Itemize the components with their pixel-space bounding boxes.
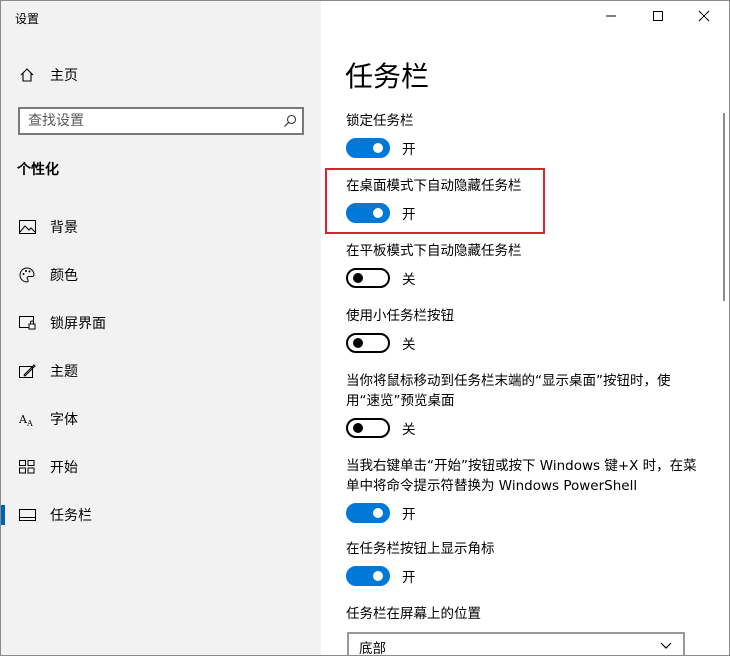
toggle-switch[interactable]	[346, 333, 390, 353]
toggle-state: 关	[402, 272, 416, 288]
taskbar-position-dropdown[interactable]: 底部	[347, 632, 685, 656]
setting-small-buttons: 使用小任务栏按钮 关	[346, 306, 716, 354]
picture-icon	[18, 218, 36, 236]
toggle-knob	[373, 571, 383, 581]
toggle-state: 开	[402, 142, 416, 158]
dropdown-value: 底部	[359, 641, 386, 656]
app-title: 设置	[15, 12, 40, 26]
lock-screen-icon	[18, 314, 36, 332]
sidebar-item-label: 开始	[50, 460, 78, 476]
setting-powershell: 当我右键单击“开始”按钮或按下 Windows 键+X 时，在菜 单中将命令提示…	[346, 456, 716, 524]
setting-label: 使用小任务栏按钮	[346, 308, 454, 324]
toggle-state: 关	[402, 337, 416, 353]
sidebar-item-background[interactable]: 背景	[1, 203, 321, 251]
sidebar-item-label: 主题	[50, 364, 78, 380]
maximize-button[interactable]	[643, 5, 673, 31]
toggle-state: 开	[402, 570, 416, 586]
home-icon	[17, 67, 37, 83]
toggle-switch[interactable]	[346, 503, 390, 523]
toggle-knob	[373, 508, 383, 518]
setting-label-line1: 当我右键单击“开始”按钮或按下 Windows 键+X 时，在菜	[346, 458, 697, 474]
setting-label-line2: 单中将命令提示符替换为 Windows PowerShell	[346, 478, 638, 494]
minimize-icon	[605, 10, 617, 26]
sidebar-item-home[interactable]: 主页	[17, 63, 297, 87]
toggle-knob	[353, 338, 363, 348]
search-input[interactable]	[20, 109, 278, 133]
main-content: 任务栏 锁定任务栏 开 在桌面模式下自动隐藏任务栏 开 在平板模式下自动隐藏任务…	[321, 1, 729, 655]
page-title: 任务栏	[345, 60, 430, 93]
sidebar-item-label: 颜色	[50, 268, 78, 284]
toggle-switch[interactable]	[346, 566, 390, 586]
font-icon: AA	[18, 410, 36, 428]
settings-window: 设置 主页 个性化 背景	[0, 0, 730, 656]
sidebar-item-label: 任务栏	[50, 508, 92, 524]
search-box[interactable]	[18, 107, 304, 135]
setting-label: 在任务栏按钮上显示角标	[346, 541, 495, 557]
sidebar-item-label: 背景	[50, 220, 78, 236]
toggle-state: 关	[402, 422, 416, 438]
toggle-knob	[373, 143, 383, 153]
search-icon[interactable]	[278, 114, 302, 128]
sidebar-item-lock-screen[interactable]: 锁屏界面	[1, 299, 321, 347]
theme-icon	[18, 362, 36, 380]
maximize-icon	[652, 10, 664, 26]
sidebar-item-label: 字体	[50, 412, 78, 428]
close-icon	[698, 10, 710, 26]
close-button[interactable]	[689, 5, 719, 31]
taskbar-icon	[18, 506, 36, 524]
toggle-knob	[353, 423, 363, 433]
palette-icon	[18, 266, 36, 284]
setting-position: 任务栏在屏幕上的位置	[346, 604, 716, 624]
start-icon	[18, 458, 36, 476]
scrollbar[interactable]	[723, 113, 725, 301]
setting-label: 在平板模式下自动隐藏任务栏	[346, 243, 522, 259]
sidebar-item-colors[interactable]: 颜色	[1, 251, 321, 299]
setting-peek-desktop: 当你将鼠标移动到任务栏末端的“显示桌面”按钮时，使 用“速览”预览桌面 关	[346, 371, 716, 439]
section-title: 个性化	[17, 162, 59, 178]
setting-autohide-tablet: 在平板模式下自动隐藏任务栏 关	[346, 241, 716, 289]
toggle-state: 开	[402, 507, 416, 523]
sidebar-item-label: 主页	[50, 68, 78, 84]
sidebar-item-taskbar[interactable]: 任务栏	[1, 491, 321, 539]
sidebar-item-label: 锁屏界面	[50, 316, 106, 332]
minimize-button[interactable]	[596, 5, 626, 31]
setting-label: 锁定任务栏	[346, 113, 414, 129]
setting-label-line2: 用“速览”预览桌面	[346, 393, 455, 409]
svg-text:A: A	[26, 419, 33, 427]
chevron-down-icon	[659, 638, 673, 655]
toggle-switch[interactable]	[346, 418, 390, 438]
sidebar: 设置 主页 个性化 背景	[1, 1, 321, 655]
sidebar-item-start[interactable]: 开始	[1, 443, 321, 491]
highlight-box	[325, 168, 545, 234]
setting-label-line1: 当你将鼠标移动到任务栏末端的“显示桌面”按钮时，使	[346, 373, 671, 389]
setting-badges: 在任务栏按钮上显示角标 开	[346, 539, 716, 587]
toggle-switch[interactable]	[346, 138, 390, 158]
sidebar-item-fonts[interactable]: AA 字体	[1, 395, 321, 443]
sidebar-item-themes[interactable]: 主题	[1, 347, 321, 395]
setting-lock-taskbar: 锁定任务栏 开	[346, 111, 716, 159]
toggle-knob	[353, 273, 363, 283]
sidebar-nav: 背景 颜色 锁屏界面 主题 A A 字体 开始 任务栏	[1, 203, 321, 539]
setting-label: 任务栏在屏幕上的位置	[346, 606, 481, 622]
toggle-switch[interactable]	[346, 268, 390, 288]
